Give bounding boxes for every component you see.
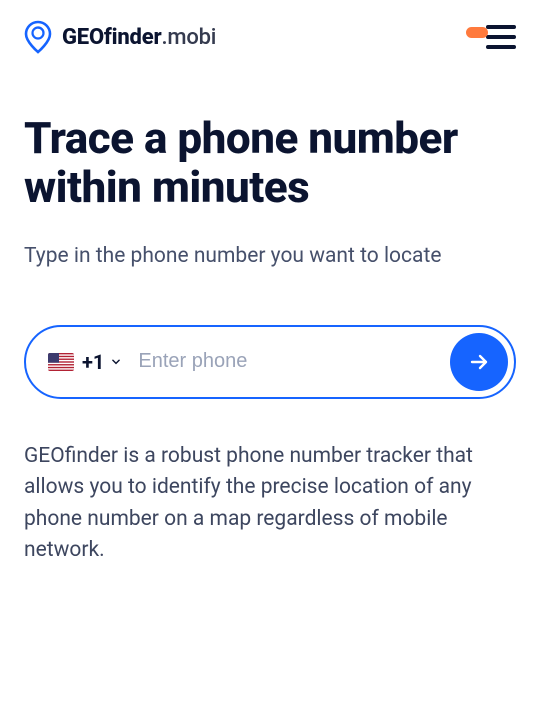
page-title: Trace a phone number within minutes [24, 114, 516, 213]
submit-button[interactable] [450, 333, 508, 391]
chevron-down-icon [112, 358, 120, 366]
brand-bold: GEOfinder [62, 25, 161, 50]
description-text: GEOfinder is a robust phone number track… [24, 441, 516, 567]
logo[interactable]: GEOfinder.mobi [24, 20, 216, 54]
accent-pill [466, 27, 488, 38]
phone-form: +1 [24, 325, 516, 399]
country-selector[interactable]: +1 [48, 350, 134, 374]
page-subtitle: Type in the phone number you want to loc… [24, 241, 516, 271]
us-flag-icon [48, 353, 74, 371]
country-code: +1 [82, 350, 104, 374]
brand-suffix: .mobi [161, 25, 216, 50]
arrow-right-icon [468, 351, 490, 373]
brand-name: GEOfinder.mobi [62, 25, 216, 50]
geo-pin-icon [24, 20, 52, 54]
menu-button[interactable] [486, 25, 516, 49]
phone-input[interactable] [134, 340, 450, 383]
